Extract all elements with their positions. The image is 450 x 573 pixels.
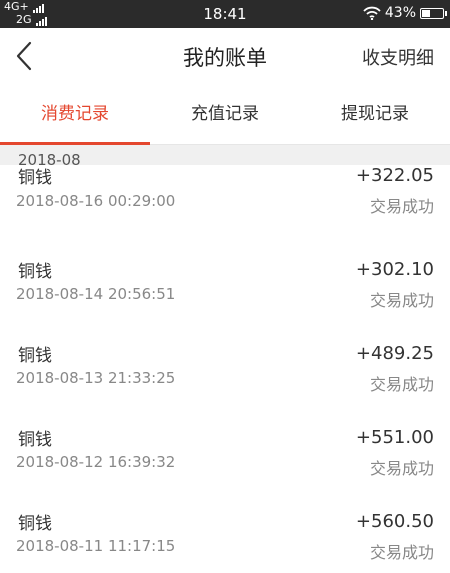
record-status: 交易成功 — [369, 291, 434, 310]
battery-icon — [420, 7, 447, 19]
record-amount: +560.50 — [355, 511, 434, 532]
record-time: 2018-08-12 16:39:32 — [16, 453, 176, 471]
list-item[interactable]: 铜钱 2018-08-12 16:39:32 +551.00 交易成功 — [0, 405, 450, 490]
list-item[interactable]: 铜钱 2018-08-14 20:56:51 +302.10 交易成功 — [0, 237, 450, 322]
record-time: 2018-08-16 00:29:00 — [16, 192, 176, 210]
record-amount: +302.10 — [355, 259, 434, 280]
record-tabs: 消费记录 充值记录 提现记录 — [0, 84, 450, 145]
record-status: 交易成功 — [369, 375, 434, 394]
record-amount: +322.05 — [355, 165, 434, 186]
tab-recharge[interactable]: 充值记录 — [150, 84, 300, 144]
list-item[interactable]: 铜钱 2018-08-13 21:33:25 +489.25 交易成功 — [0, 321, 450, 406]
status-bar: 4G+ 2G 18:41 43% — [0, 0, 450, 28]
record-name: 铜钱 — [18, 430, 52, 450]
wifi-icon — [363, 6, 381, 20]
income-expense-detail-link[interactable]: 收支明细 — [362, 44, 434, 70]
record-status: 交易成功 — [369, 543, 434, 562]
tab-consumption[interactable]: 消费记录 — [0, 84, 150, 145]
system-indicators: 43% — [363, 5, 447, 21]
record-amount: +551.00 — [355, 427, 434, 448]
record-status: 交易成功 — [369, 197, 434, 216]
record-name: 铜钱 — [18, 262, 52, 282]
list-item[interactable]: 铜钱 2018-08-16 00:29:00 +322.05 交易成功 — [0, 165, 450, 238]
record-name: 铜钱 — [18, 346, 52, 366]
record-time: 2018-08-11 11:17:15 — [16, 537, 176, 555]
record-name: 铜钱 — [18, 514, 52, 534]
record-status: 交易成功 — [369, 459, 434, 478]
app-header: 我的账单 收支明细 — [0, 28, 450, 84]
record-amount: +489.25 — [355, 343, 434, 364]
record-time: 2018-08-14 20:56:51 — [16, 285, 176, 303]
tab-withdraw[interactable]: 提现记录 — [300, 84, 450, 144]
record-name: 铜钱 — [18, 168, 52, 188]
record-time: 2018-08-13 21:33:25 — [16, 369, 176, 387]
battery-percent: 43% — [384, 5, 416, 21]
list-item[interactable]: 铜钱 2018-08-11 11:17:15 +560.50 交易成功 — [0, 489, 450, 573]
